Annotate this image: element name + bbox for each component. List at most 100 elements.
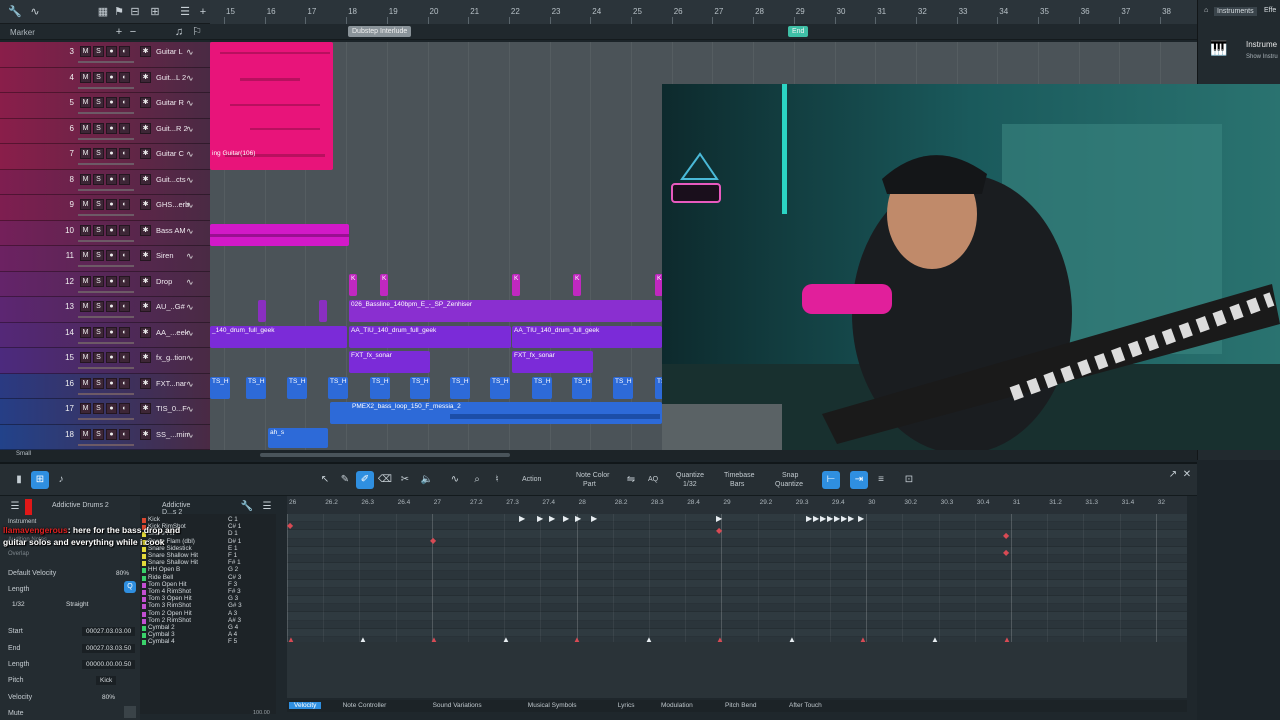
solo-button[interactable]: S (93, 224, 104, 236)
tab-effects[interactable]: Effe (1264, 7, 1276, 14)
solo-button[interactable]: S (93, 250, 104, 261)
track-9[interactable]: 9 M S ● ◐ ✱ GHS...erb ∿ (0, 195, 210, 221)
track-17[interactable]: 17 M S ● ◐ ✱ TIS_0...F ∿ (0, 399, 210, 425)
mute-button[interactable]: M (80, 199, 91, 210)
clip-fx-sonar-2[interactable]: FXT_fx_sonar (512, 351, 593, 373)
track-name[interactable]: Drop (156, 277, 172, 286)
clip-aa-drum-3[interactable]: AA_TIU_140_drum_full_geek (512, 326, 662, 348)
monitor-icon[interactable]: ◐ (119, 403, 130, 414)
track-name[interactable]: Guit...L 2 (156, 73, 186, 82)
drum-note[interactable]: ▶ (519, 515, 525, 523)
drum-note-selected[interactable]: ◆ (716, 526, 722, 535)
record-icon[interactable]: ● (106, 148, 117, 159)
velocity-marker[interactable]: ▲ (859, 636, 867, 644)
instrument-icon[interactable]: ✱ (140, 428, 151, 440)
track-4[interactable]: 4 M S ● ◐ ✱ Guit...L 2 ∿ (0, 67, 210, 94)
volume-fader[interactable] (78, 214, 134, 216)
controller-tab[interactable]: After Touch (789, 702, 822, 709)
flag-icon[interactable]: ⚑ (112, 5, 126, 19)
record-icon[interactable]: ● (106, 403, 117, 414)
solo-button[interactable]: S (93, 301, 104, 312)
solo-button[interactable]: S (93, 46, 104, 57)
note-color-select[interactable]: Part (583, 481, 596, 488)
volume-fader[interactable] (78, 316, 134, 318)
instrument-icon[interactable]: ✱ (140, 326, 151, 338)
menu-icon[interactable]: ☰ (6, 498, 24, 516)
audition-icon[interactable]: ♪ (52, 471, 70, 489)
velocity-marker[interactable]: ▲ (931, 636, 939, 644)
controller-tab[interactable]: Velocity (289, 702, 322, 709)
mute-button[interactable]: M (80, 122, 91, 134)
track-15[interactable]: 15 M S ● ◐ ✱ fx_g..tion ∿ (0, 348, 210, 374)
monitor-icon[interactable]: ◐ (119, 352, 130, 363)
instrument-icon[interactable]: ✱ (140, 71, 151, 83)
volume-fader[interactable] (78, 61, 134, 63)
clip-ts-hit[interactable]: TS_H (287, 377, 307, 399)
clip-au-small-2[interactable] (319, 300, 327, 322)
pencil-tool-icon[interactable]: ✎ (336, 471, 354, 489)
instrument-icon[interactable]: ✱ (140, 122, 151, 134)
volume-fader[interactable] (78, 443, 134, 446)
drum-note[interactable]: ▶ (834, 515, 840, 523)
volume-fader[interactable] (78, 418, 134, 420)
track-14[interactable]: 14 M S ● ◐ ✱ AA_...eek ∿ (0, 322, 210, 349)
mute-checkbox[interactable] (124, 706, 136, 718)
split-icon[interactable]: ⊟ (128, 5, 142, 19)
volume-fader[interactable] (78, 188, 134, 191)
velocity-marker[interactable]: ▲ (359, 636, 367, 644)
monitor-icon[interactable]: ◐ (119, 377, 130, 389)
clip-ts-hit[interactable]: TS_H (572, 377, 592, 399)
instrument-icon[interactable]: ✱ (140, 97, 151, 108)
controller-tab[interactable]: Pitch Bend (725, 702, 756, 709)
drum-row[interactable]: Cymbal 4 F 5 (140, 638, 276, 646)
track-10[interactable]: 10 M S ● ◐ ✱ Bass AM ∿ (0, 220, 210, 247)
track-name[interactable]: Guitar L (156, 47, 183, 56)
solo-button[interactable]: S (93, 173, 104, 185)
track-5[interactable]: 5 M S ● ◐ ✱ Guitar R ∿ (0, 93, 210, 119)
track-7[interactable]: 7 M S ● ◐ ✱ Guitar C ∿ (0, 144, 210, 170)
solo-button[interactable]: S (93, 71, 104, 83)
clip-ts-hit[interactable]: TS_H (532, 377, 552, 399)
monitor-icon[interactable]: ◐ (119, 97, 130, 108)
clip-drop-2[interactable]: K (380, 274, 388, 296)
panel-toggle-icon[interactable]: ▮ (10, 471, 28, 489)
track-name[interactable]: TIS_0...F (156, 404, 187, 413)
clip-fx-sonar-1[interactable]: FXT_fx_sonar (349, 351, 430, 373)
pitch-value[interactable]: Kick (96, 676, 117, 685)
monitor-icon[interactable]: ◐ (119, 301, 130, 312)
drum-note[interactable]: ▶ (841, 515, 847, 523)
bend-tool-icon[interactable]: ∿ (446, 471, 464, 489)
drum-note[interactable]: ▶ (858, 515, 864, 523)
track-name[interactable]: Guit...R 2 (156, 124, 188, 133)
drum-note-selected[interactable]: ◆ (1003, 549, 1009, 557)
track-13[interactable]: 13 M S ● ◐ ✱ AU_..G# ∿ (0, 297, 210, 323)
grid-icon[interactable]: ⊞ (148, 5, 162, 19)
instrument-select-left[interactable]: Addictive Drums 2 (52, 502, 109, 509)
monitor-icon[interactable]: ◐ (119, 46, 130, 57)
record-icon[interactable]: ● (106, 71, 117, 83)
mute-button[interactable]: M (80, 326, 91, 338)
record-icon[interactable]: ● (106, 97, 117, 108)
editor-ruler[interactable]: 26 26.2 26.3 26.4 27 27.2 27.3 27.4 28 28.2 28.3 28… (287, 496, 1187, 514)
record-icon[interactable]: ● (106, 46, 117, 57)
home-icon[interactable]: ⌂ (1204, 7, 1208, 14)
volume-fader[interactable] (78, 367, 134, 369)
wrench-icon[interactable]: 🔧 (8, 5, 22, 19)
clip-ts-hit[interactable]: TS_H (370, 377, 390, 399)
instrument-icon[interactable]: ✱ (140, 46, 151, 57)
timeline-ruler[interactable]: 15 16 17 18 19 20 21 22 23 24 25 26 27 28 29 30 31 32 33 34… (210, 0, 1197, 24)
controller-tab[interactable]: Note Controller (343, 702, 387, 709)
track-name[interactable]: FXT...nar (156, 379, 186, 388)
drum-note-selected[interactable]: ◆ (287, 521, 293, 530)
drum-note-selected[interactable]: ◆ (1003, 531, 1009, 540)
record-icon[interactable]: ● (106, 122, 117, 134)
velocity-marker[interactable]: ▲ (287, 636, 295, 644)
marker-flag-icon[interactable]: ⚐ (190, 25, 204, 39)
instrument-icon[interactable]: ✱ (140, 148, 151, 159)
clip-ts-hit[interactable]: TS_H (328, 377, 348, 399)
volume-fader[interactable] (78, 86, 134, 89)
velocity-marker[interactable]: ▲ (502, 636, 510, 644)
volume-fader[interactable] (78, 137, 134, 140)
velocity-marker[interactable]: ▲ (716, 636, 724, 644)
overlap[interactable]: Overlap (8, 551, 29, 557)
